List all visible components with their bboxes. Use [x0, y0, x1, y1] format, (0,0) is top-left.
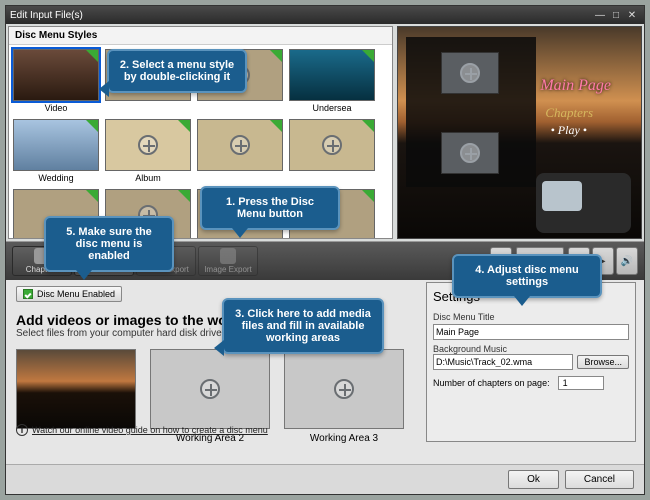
callout-2: 2. Select a menu style by double-clickin… [107, 49, 247, 93]
maximize-icon[interactable]: □ [608, 10, 624, 21]
working-area-3[interactable]: Working Area 3 [284, 349, 404, 444]
plus-icon [200, 379, 220, 399]
style-item-video[interactable]: Video [13, 49, 99, 113]
camcorder-icon [536, 173, 631, 233]
browse-button[interactable]: Browse... [577, 355, 629, 369]
check-icon [23, 289, 33, 299]
disc-menu-title-label: Disc Menu Title [433, 312, 629, 322]
callout-3: 3. Click here to add media files and fil… [222, 298, 384, 354]
image-export-button[interactable]: Image Export [198, 246, 258, 276]
info-icon: i [16, 424, 28, 436]
preview-play[interactable]: • Play • [551, 123, 587, 138]
preview-slot[interactable] [441, 52, 499, 94]
preview-title: Main Page [540, 77, 611, 95]
cancel-button[interactable]: Cancel [565, 470, 634, 489]
dialog-footer: Ok Cancel [6, 464, 644, 494]
plus-icon [334, 379, 354, 399]
disc-menu-title-input[interactable] [433, 324, 629, 340]
minimize-icon[interactable]: — [592, 10, 608, 21]
ok-button[interactable]: Ok [508, 470, 559, 489]
styles-header: Disc Menu Styles [9, 27, 392, 45]
chapters-count-label: Number of chapters on page: [433, 378, 550, 388]
preview-slot[interactable] [441, 132, 499, 174]
disc-menu-enabled-toggle[interactable]: Disc Menu Enabled [16, 286, 122, 302]
bg-music-input[interactable] [433, 354, 573, 370]
video-guide-link[interactable]: iWatch our online video guide on how to … [16, 424, 268, 436]
plus-icon [230, 135, 250, 155]
style-item[interactable] [289, 119, 375, 183]
window-title: Edit Input File(s) [10, 10, 83, 21]
preview-chapters[interactable]: Chapters [545, 105, 593, 121]
settings-panel: Settings Disc Menu Title Background Musi… [426, 282, 636, 442]
image-icon [220, 248, 236, 264]
chapters-count-input[interactable] [558, 376, 604, 390]
volume-button[interactable]: 🔊 [616, 247, 638, 275]
callout-5: 5. Make sure the disc menu is enabled [44, 216, 174, 272]
style-item-album[interactable]: Album [105, 119, 191, 183]
bg-music-label: Background Music [433, 344, 629, 354]
plus-icon [460, 143, 480, 163]
close-icon[interactable]: ✕ [624, 10, 640, 21]
callout-1: 1. Press the Disc Menu button [200, 186, 340, 230]
style-item[interactable] [197, 119, 283, 183]
plus-icon [322, 135, 342, 155]
style-item-wedding[interactable]: Wedding [13, 119, 99, 183]
plus-icon [138, 135, 158, 155]
style-item-undersea[interactable]: Undersea [289, 49, 375, 113]
preview-pane: Main Page Chapters • Play • [397, 26, 642, 239]
film-strip [406, 37, 536, 187]
titlebar: Edit Input File(s) — □ ✕ [6, 6, 644, 24]
plus-icon [460, 63, 480, 83]
callout-4: 4. Adjust disc menu settings [452, 254, 602, 298]
